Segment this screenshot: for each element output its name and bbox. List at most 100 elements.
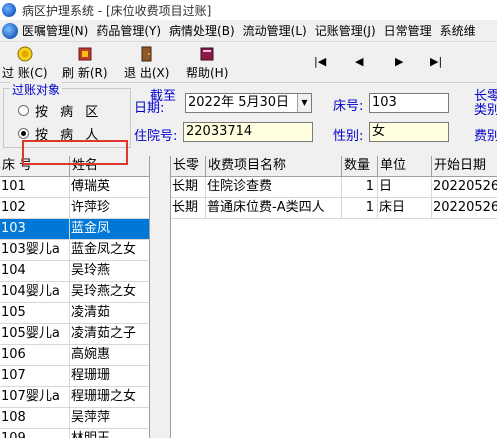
cutoff-date-picker[interactable]: 2022年 5月30日 ▼ xyxy=(185,93,312,113)
fee-unit-cell[interactable]: 日 xyxy=(378,177,432,197)
post-target-group: 过账对象 按 病 区 按 病 人 xyxy=(3,81,131,148)
patient-bed-cell[interactable]: 107婴儿a xyxy=(0,387,70,407)
radio-by-ward[interactable]: 按 病 区 xyxy=(18,101,102,120)
patient-name-cell[interactable]: 蓝金凤之女 xyxy=(70,240,149,260)
title-bar: 病区护理系统 - [床位收费项目过账] xyxy=(0,0,497,20)
patient-name-cell[interactable]: 蓝金凤 xyxy=(70,219,149,239)
patient-bed-cell[interactable]: 107 xyxy=(0,366,70,386)
fee-grid[interactable]: 长零 收费项目名称 数量 单位 开始日期 长期 住院诊查费 1 日 20220526 长期… xyxy=(170,156,497,438)
fee-col-type[interactable]: 长零 xyxy=(171,156,206,177)
table-row[interactable]: 104 吴玲燕 xyxy=(0,261,149,282)
table-row[interactable]: 104婴儿a 吴玲燕之女 xyxy=(0,282,149,303)
fee-col-unit[interactable]: 单位 xyxy=(378,156,432,177)
patient-grid[interactable]: 床 号 姓名 101 傅瑞英 102 许萍珍 103 蓝金凤 103婴儿a 蓝金凤之女 104 吴… xyxy=(0,156,150,438)
prev-record-button[interactable]: ◀ xyxy=(355,55,363,68)
menu-billing[interactable]: 记账管理(J) xyxy=(311,22,380,39)
patient-name-cell[interactable]: 吴玲燕之女 xyxy=(70,282,149,302)
radio-by-patient-circle[interactable] xyxy=(18,128,29,139)
fee-col-start[interactable]: 开始日期 xyxy=(432,156,497,177)
patient-bed-cell[interactable]: 105 xyxy=(0,303,70,323)
last-record-button[interactable]: ▶| xyxy=(430,55,442,68)
splitter[interactable] xyxy=(150,156,170,438)
table-row[interactable]: 103 蓝金凤 xyxy=(0,219,149,240)
table-row[interactable]: 长期 住院诊查费 1 日 20220526 xyxy=(171,177,497,198)
menu-bar: 医嘱管理(N) 药品管理(Y) 病情处理(B) 流动管理(L) 记账管理(J) … xyxy=(0,20,497,42)
fee-start-cell[interactable]: 20220526 xyxy=(432,198,497,218)
patient-bed-cell[interactable]: 108 xyxy=(0,408,70,428)
highlight-box xyxy=(22,140,128,165)
menu-transfer[interactable]: 流动管理(L) xyxy=(239,22,311,39)
admission-field[interactable]: 22033714 xyxy=(183,122,313,142)
patient-bed-cell[interactable]: 103 xyxy=(0,219,70,239)
patient-name-cell[interactable]: 林明玉 xyxy=(70,429,149,438)
fee-type-cell[interactable]: 长期 xyxy=(171,198,206,218)
table-row[interactable]: 107 程珊珊 xyxy=(0,366,149,387)
fee-qty-cell[interactable]: 1 xyxy=(342,198,378,218)
fee-item-cell[interactable]: 住院诊查费 xyxy=(206,177,342,197)
radio-by-ward-circle[interactable] xyxy=(18,105,29,116)
menu-orders[interactable]: 医嘱管理(N) xyxy=(18,22,92,39)
patient-name-cell[interactable]: 程珊珊 xyxy=(70,366,149,386)
admission-label: 住院号: xyxy=(134,129,178,144)
menu-condition[interactable]: 病情处理(B) xyxy=(165,22,239,39)
menu-drugs[interactable]: 药品管理(Y) xyxy=(92,22,165,39)
app-menu-icon[interactable] xyxy=(2,22,18,39)
post-target-legend: 过账对象 xyxy=(10,81,63,98)
patient-bed-cell[interactable]: 103婴儿a xyxy=(0,240,70,260)
table-row[interactable]: 102 许萍珍 xyxy=(0,198,149,219)
menu-system[interactable]: 系统维 xyxy=(436,22,480,39)
fee-start-cell[interactable]: 20220526 xyxy=(432,177,497,197)
patient-bed-cell[interactable]: 102 xyxy=(0,198,70,218)
table-row[interactable]: 106 高婉惠 xyxy=(0,345,149,366)
patient-name-cell[interactable]: 凌清茹 xyxy=(70,303,149,323)
patient-bed-cell[interactable]: 106 xyxy=(0,345,70,365)
post-button[interactable]: 过 账(C) xyxy=(2,45,48,81)
table-row[interactable]: 101 傅瑞英 xyxy=(0,177,149,198)
next-record-button[interactable]: ▶ xyxy=(395,55,403,68)
patient-name-cell[interactable]: 许萍珍 xyxy=(70,198,149,218)
toolbar: 过 账(C) 刷 新(R) 退 出(X) 帮助(H) |◀ ◀ ▶ ▶| xyxy=(0,43,497,83)
patient-bed-cell[interactable]: 104 xyxy=(0,261,70,281)
window-title: 病区护理系统 - [床位收费项目过账] xyxy=(22,3,212,18)
patient-name-cell[interactable]: 吴萍萍 xyxy=(70,408,149,428)
gender-label: 性别: xyxy=(333,129,364,144)
menu-daily[interactable]: 日常管理 xyxy=(380,22,436,39)
patient-name-cell[interactable]: 程珊珊之女 xyxy=(70,387,149,407)
help-book-icon xyxy=(200,47,214,61)
fee-type-cell[interactable]: 长期 xyxy=(171,177,206,197)
patient-bed-cell[interactable]: 104婴儿a xyxy=(0,282,70,302)
post-icon xyxy=(17,46,33,62)
refresh-button[interactable]: 刷 新(R) xyxy=(62,45,108,81)
fee-col-qty[interactable]: 数量 xyxy=(342,156,378,177)
exit-button[interactable]: 退 出(X) xyxy=(124,45,169,81)
patient-bed-cell[interactable]: 109 xyxy=(0,429,70,438)
fee-unit-cell[interactable]: 床日 xyxy=(378,198,432,218)
fee-col-item[interactable]: 收费项目名称 xyxy=(206,156,342,177)
patient-name-cell[interactable]: 凌清茹之子 xyxy=(70,324,149,344)
table-row[interactable]: 105婴儿a 凌清茹之子 xyxy=(0,324,149,345)
table-row[interactable]: 109林明玉 xyxy=(0,429,149,438)
chevron-down-icon[interactable]: ▼ xyxy=(297,94,311,112)
gender-field[interactable]: 女 xyxy=(369,122,449,142)
cutoff-label-2: 日期: xyxy=(134,101,165,116)
patient-bed-cell[interactable]: 101 xyxy=(0,177,70,197)
first-record-button[interactable]: |◀ xyxy=(314,55,326,68)
long-label-2: 类别 xyxy=(474,103,497,118)
fee-qty-cell[interactable]: 1 xyxy=(342,177,378,197)
exit-door-icon xyxy=(141,46,152,62)
bed-field[interactable]: 103 xyxy=(369,93,449,113)
fee-item-cell[interactable]: 普通床位费-A类四人 xyxy=(206,198,342,218)
table-row[interactable]: 103婴儿a 蓝金凤之女 xyxy=(0,240,149,261)
table-row[interactable]: 107婴儿a 程珊珊之女 xyxy=(0,387,149,408)
patient-name-cell[interactable]: 傅瑞英 xyxy=(70,177,149,197)
help-button[interactable]: 帮助(H) xyxy=(186,45,228,81)
patient-name-cell[interactable]: 高婉惠 xyxy=(70,345,149,365)
table-row[interactable]: 105 凌清茹 xyxy=(0,303,149,324)
bed-label: 床号: xyxy=(333,99,364,114)
patient-name-cell[interactable]: 吴玲燕 xyxy=(70,261,149,281)
refresh-icon xyxy=(78,47,92,61)
fee-label: 费别 xyxy=(474,129,497,144)
table-row[interactable]: 长期 普通床位费-A类四人 1 床日 20220526 xyxy=(171,198,497,219)
table-row[interactable]: 108 吴萍萍 xyxy=(0,408,149,429)
patient-bed-cell[interactable]: 105婴儿a xyxy=(0,324,70,344)
